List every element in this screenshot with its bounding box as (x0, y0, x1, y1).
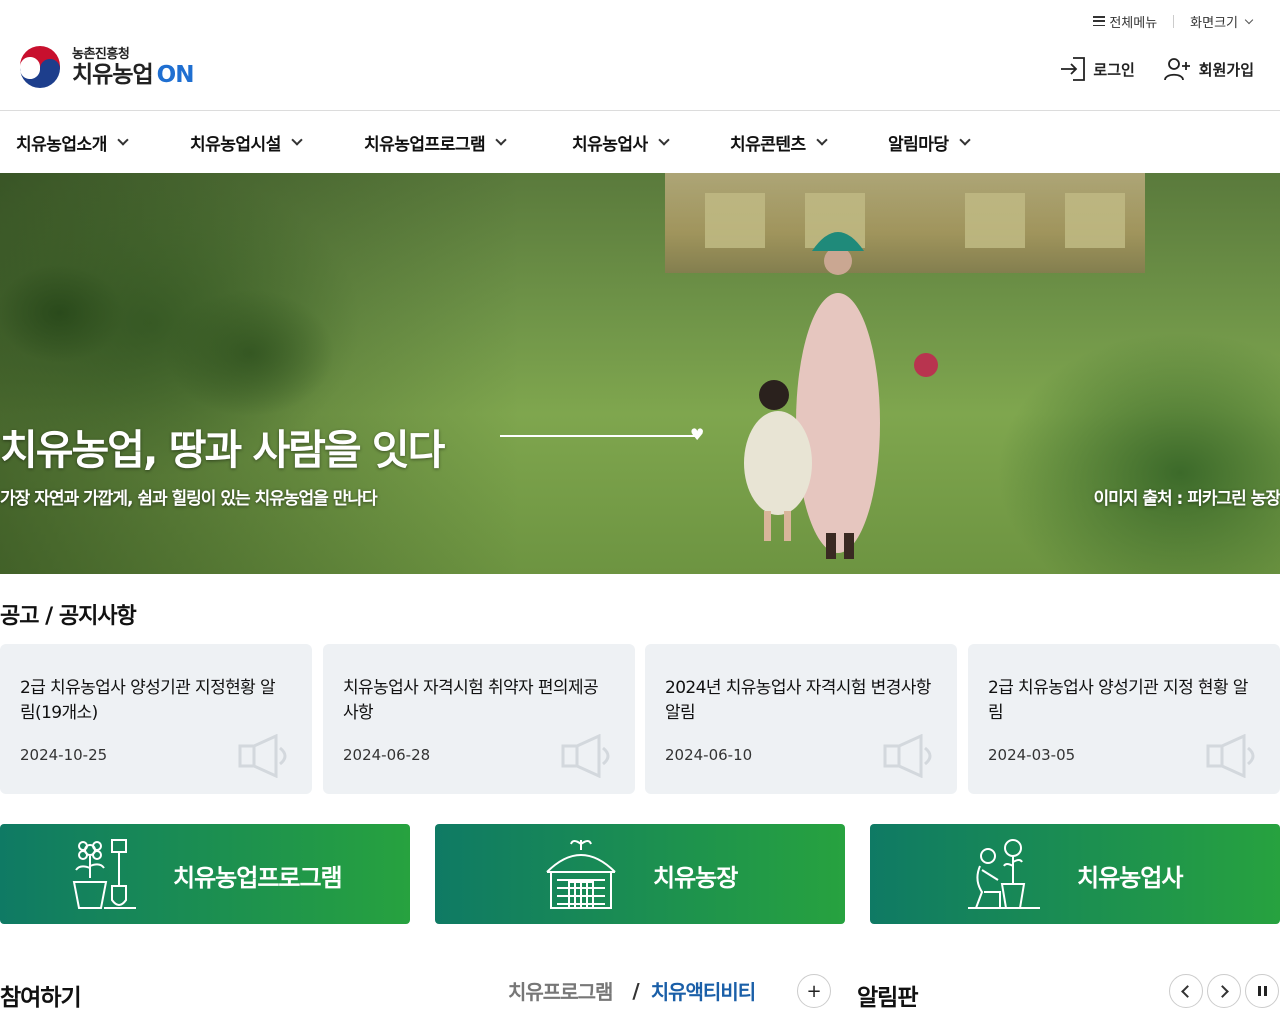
board-title: 알림판 (857, 985, 918, 1011)
notice-card[interactable]: 2급 치유농업사 양성기관 지정현황 알림(19개소) 2024-10-25 (0, 644, 312, 794)
notice-date: 2024-03-05 (988, 746, 1076, 764)
chevron-down-icon (117, 134, 129, 146)
garden-tools-icon (72, 839, 136, 909)
main-navigation: 치유농업소개 치유농업시설 치유농업프로그램 치유농업사 치유콘텐츠 알림마당 (0, 111, 1280, 173)
chevron-down-icon (658, 134, 670, 146)
plus-icon: + (806, 980, 822, 1002)
pause-slide-button[interactable] (1245, 974, 1279, 1008)
font-size-button[interactable]: 화면크기 (1190, 12, 1254, 31)
login-icon (1061, 57, 1086, 81)
notice-card[interactable]: 치유농업사 자격시험 취약자 편의제공 사항 2024-06-28 (323, 644, 635, 794)
quick-label: 치유농업프로그램 (173, 864, 343, 892)
notice-title: 2024년 치유농업사 자격시험 변경사항 알림 (665, 678, 931, 723)
notice-date: 2024-06-28 (343, 746, 431, 764)
signup-label: 회원가입 (1198, 60, 1254, 79)
nav-label: 치유농업프로그램 (364, 134, 486, 155)
quick-label: 치유농업사 (1077, 864, 1183, 892)
hero-title: 치유농업, 땅과 사람을 잇다 (0, 426, 445, 474)
login-link[interactable]: 로그인 (1059, 56, 1135, 82)
chevron-right-icon (1216, 984, 1229, 998)
hero-subtitle: 가장 자연과 가깝게, 쉼과 힐링이 있는 치유농업을 만나다 (0, 489, 378, 509)
all-menu-label: 전체메뉴 (1109, 15, 1158, 31)
nav-item-programs[interactable]: 치유농업프로그램 (364, 111, 507, 173)
megaphone-icon (1206, 734, 1255, 778)
nav-label: 치유농업사 (572, 134, 648, 155)
hero-image-credit: 이미지 출처 : 피카그린 농장 (1093, 489, 1280, 509)
quick-link-programs[interactable]: 치유농업프로그램 (0, 824, 410, 924)
nav-label: 치유콘텐츠 (730, 134, 806, 155)
notice-title: 치유농업사 자격시험 취약자 편의제공 사항 (343, 678, 599, 723)
hero-line (500, 435, 696, 437)
login-label: 로그인 (1093, 60, 1135, 79)
chevron-down-icon (1244, 15, 1254, 24)
hamburger-icon (1093, 16, 1106, 26)
chevron-down-icon (958, 134, 971, 146)
quick-label: 치유농장 (653, 864, 738, 892)
nav-item-facilities[interactable]: 치유농업시설 (190, 111, 303, 173)
megaphone-icon (238, 734, 287, 778)
megaphone-icon (883, 734, 932, 778)
logo-on: ON (156, 61, 195, 88)
nav-item-intro[interactable]: 치유농업소개 (16, 111, 129, 173)
site-logo[interactable]: 농촌진흥청 치유농업 ON (16, 44, 195, 92)
nav-item-contents[interactable]: 치유콘텐츠 (730, 111, 828, 173)
logo-ministry: 농촌진흥청 (72, 47, 130, 63)
notice-card[interactable]: 2급 치유농업사 양성기관 지정 현황 알림 2024-03-05 (968, 644, 1280, 794)
signup-link[interactable]: 회원가입 (1163, 56, 1254, 82)
nav-label: 치유농업소개 (16, 134, 107, 155)
notice-date: 2024-10-25 (20, 746, 108, 764)
heart-icon: ♥ (690, 425, 705, 444)
tab-healing-activity[interactable]: 치유액티비티 (651, 976, 756, 1005)
taegeuk-emblem-icon (18, 46, 62, 90)
utility-bar: 전체메뉴 화면크기 (1093, 8, 1254, 34)
hero-banner: 치유농업, 땅과 사람을 잇다 ♥ 가장 자연과 가깝게, 쉼과 힐링이 있는 … (0, 173, 1280, 574)
hero-shade (0, 173, 520, 574)
chevron-left-icon (1181, 984, 1194, 998)
megaphone-icon (561, 734, 610, 778)
participate-title: 참여하기 (0, 985, 82, 1011)
nav-label: 치유농업시설 (190, 134, 281, 155)
notice-card[interactable]: 2024년 치유농업사 자격시험 변경사항 알림 2024-06-10 (645, 644, 957, 794)
quick-link-farms[interactable]: 치유농장 (435, 824, 845, 924)
prev-slide-button[interactable] (1169, 974, 1203, 1008)
hero-people-illustration (744, 232, 938, 559)
notices-title: 공고 / 공지사항 (0, 604, 137, 629)
greenhouse-icon (546, 840, 616, 909)
font-size-label: 화면크기 (1190, 15, 1238, 31)
notice-title: 2급 치유농업사 양성기관 지정현황 알림(19개소) (20, 678, 276, 723)
all-menu-button[interactable]: 전체메뉴 (1093, 12, 1157, 31)
participate-tabs: 치유프로그램 / 치유액티비티 (508, 976, 756, 1005)
notice-date: 2024-06-10 (665, 746, 753, 764)
tab-separator: / (632, 978, 639, 1003)
nav-label: 알림마당 (888, 134, 949, 155)
nav-item-therapists[interactable]: 치유농업사 (572, 111, 670, 173)
pause-icon (1257, 986, 1267, 996)
logo-title: 치유농업 ON (72, 61, 195, 88)
auth-links: 로그인 회원가입 (1059, 56, 1254, 82)
tab-healing-program[interactable]: 치유프로그램 (508, 976, 613, 1005)
next-slide-button[interactable] (1207, 974, 1241, 1008)
gardener-icon (968, 839, 1040, 909)
more-button[interactable]: + (797, 974, 831, 1008)
chevron-down-icon (495, 134, 507, 146)
notice-title: 2급 치유농업사 양성기관 지정 현황 알림 (988, 678, 1248, 723)
add-user-icon (1163, 58, 1190, 81)
quick-link-therapists[interactable]: 치유농업사 (870, 824, 1280, 924)
chevron-down-icon (816, 134, 828, 146)
util-divider (1173, 14, 1175, 28)
chevron-down-icon (291, 134, 303, 146)
nav-item-notice[interactable]: 알림마당 (888, 111, 971, 173)
